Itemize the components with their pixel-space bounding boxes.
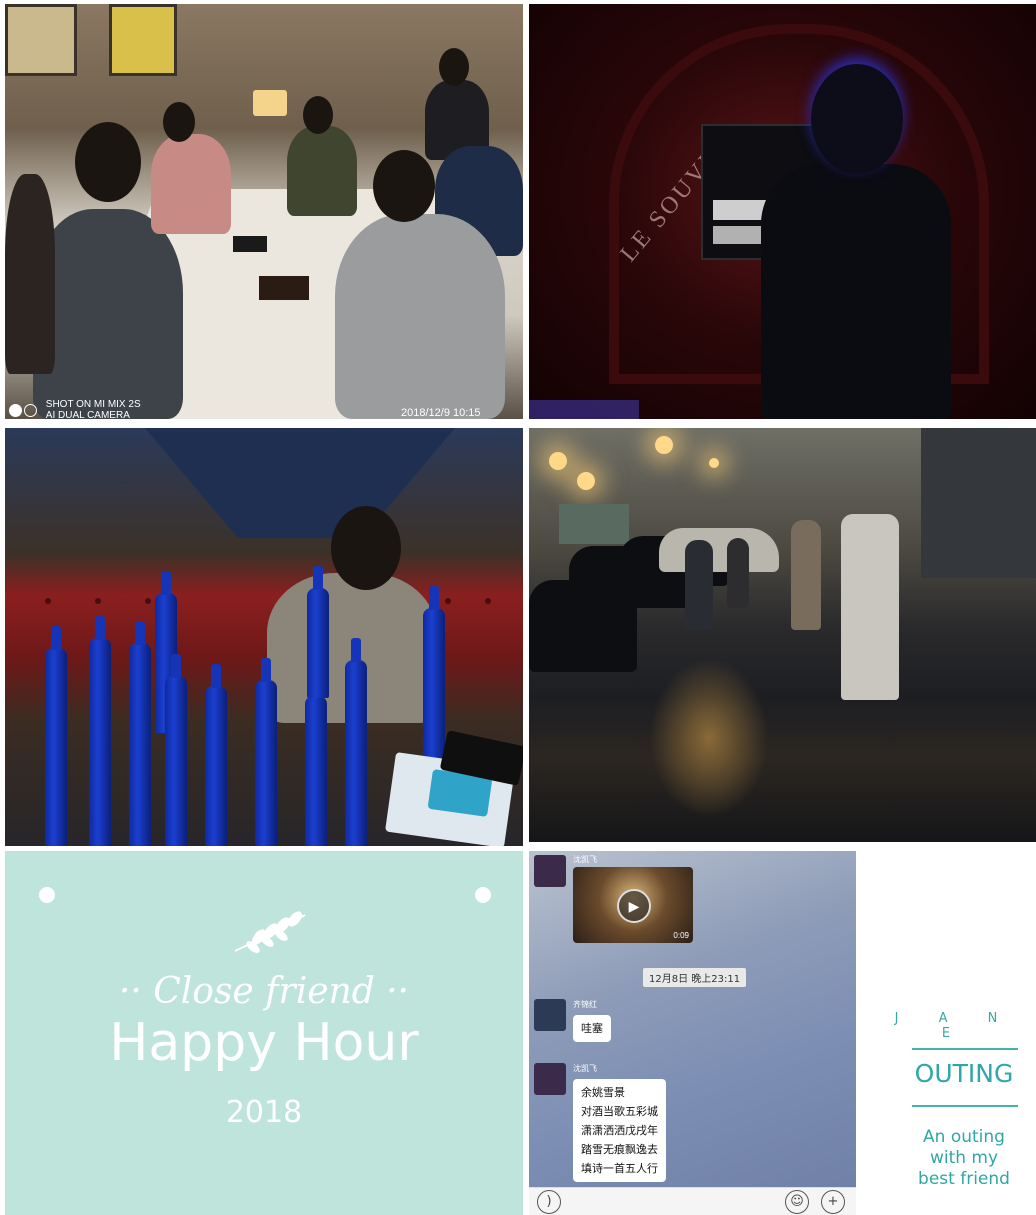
wall-painting	[5, 4, 77, 76]
chat-username: 齐锦红	[573, 1000, 597, 1009]
chat-username: 沈凯飞	[573, 1064, 597, 1073]
subtitle-line: An outing	[923, 1127, 1005, 1147]
building	[921, 428, 1036, 578]
photo-snowy-street	[529, 428, 1036, 842]
video-duration: 0:09	[673, 931, 689, 940]
wall-triangle-panels	[145, 428, 455, 538]
street-light	[655, 436, 673, 454]
person-green-sweater	[287, 126, 357, 216]
subtitle-line: best friend	[918, 1169, 1010, 1189]
happy-hour-card: ·· Close friend ·· Happy Hour 2018	[5, 851, 523, 1215]
game-box	[259, 276, 309, 300]
outing-title: OUTING	[914, 1059, 1014, 1088]
chat-input-bar: ) ☺ +	[529, 1187, 856, 1215]
card-dot	[475, 887, 491, 903]
light-reflection	[649, 658, 769, 818]
person-pink-sweater	[151, 134, 231, 234]
bus	[559, 504, 629, 544]
camera-dot-icon	[24, 403, 37, 417]
poem-line: 对酒当歌五彩城	[581, 1105, 658, 1118]
voice-icon[interactable]: )	[537, 1190, 561, 1214]
camera-line2: AI DUAL CAMERA	[45, 410, 130, 419]
wall-lamp	[253, 90, 287, 116]
photo-timestamp: 2018/12/9 10:15	[401, 407, 481, 419]
camera-dot-icon	[9, 403, 22, 417]
chat-bubble: 哇塞	[573, 1015, 611, 1042]
outing-subtitle: An outing with my best friend	[892, 1127, 1036, 1190]
person-head	[163, 102, 195, 142]
person-head	[373, 150, 435, 222]
video-message[interactable]: ▶ 0:09	[573, 867, 693, 943]
street-light	[549, 452, 567, 470]
chat-screenshot: 沈凯飞 ▶ 0:09 12月8日 晚上23:11 齐锦红 哇塞 沈凯飞 余姚雪景…	[529, 851, 856, 1215]
pedestrian	[727, 538, 749, 608]
singer-silhouette	[761, 164, 951, 419]
card-name: J A N E	[894, 1011, 1016, 1041]
photo-karaoke: LE SOUVE	[529, 4, 1036, 419]
chat-username: 沈凯飞	[573, 855, 597, 864]
person-grey-hoodie	[335, 214, 505, 419]
poem-line: 余姚雪景	[581, 1086, 625, 1099]
street-light	[577, 472, 595, 490]
chat-bubble-poem: 余姚雪景 对酒当歌五彩城 潇潇洒洒戊戌年 踏雪无痕飘逸去 填诗一首五人行	[573, 1079, 666, 1182]
singer-head	[811, 64, 903, 174]
avatar	[534, 999, 566, 1031]
outing-card: J A N E OUTING An outing with my best fr…	[856, 851, 1036, 1215]
pedestrian	[791, 520, 821, 630]
wall-painting-yellow	[109, 4, 177, 76]
time-divider: 12月8日 晚上23:11	[643, 968, 747, 987]
card-title: Happy Hour	[109, 1013, 419, 1073]
street-light	[709, 458, 719, 468]
pedestrian	[685, 540, 713, 630]
poem-line: 踏雪无痕飘逸去	[581, 1143, 658, 1156]
parked-car-white	[659, 528, 779, 572]
divider	[912, 1048, 1018, 1050]
subtitle-line: with my	[929, 1148, 999, 1168]
camera-line1: SHOT ON MI MIX 2S	[45, 399, 141, 410]
card-year: 2018	[225, 1095, 303, 1130]
person-dark-sweater	[33, 209, 183, 419]
poem-line: 潇潇洒洒戊戌年	[581, 1124, 658, 1137]
photo-card-game: SHOT ON MI MIX 2S AI DUAL CAMERA 2018/12…	[5, 4, 523, 419]
emoji-icon[interactable]: ☺	[785, 1190, 809, 1214]
person-left	[5, 174, 55, 374]
person-head	[75, 122, 141, 202]
avatar	[534, 1063, 566, 1095]
game-box	[233, 236, 267, 252]
floor-light	[529, 400, 639, 419]
card-dot	[39, 887, 55, 903]
poem-line: 填诗一首五人行	[581, 1162, 658, 1175]
photo-beer-bottles	[5, 428, 523, 846]
person-head	[331, 506, 401, 590]
avatar	[534, 855, 566, 887]
person-head	[303, 96, 333, 134]
leaf-branch-icon	[234, 911, 306, 953]
person-head	[439, 48, 469, 86]
divider	[912, 1105, 1018, 1107]
play-icon[interactable]: ▶	[617, 889, 651, 923]
plus-icon[interactable]: +	[821, 1190, 845, 1214]
pedestrian-white-coat	[841, 514, 899, 700]
card-subtitle: ·· Close friend ··	[118, 971, 410, 1012]
camera-watermark: SHOT ON MI MIX 2S AI DUAL CAMERA	[9, 399, 141, 419]
